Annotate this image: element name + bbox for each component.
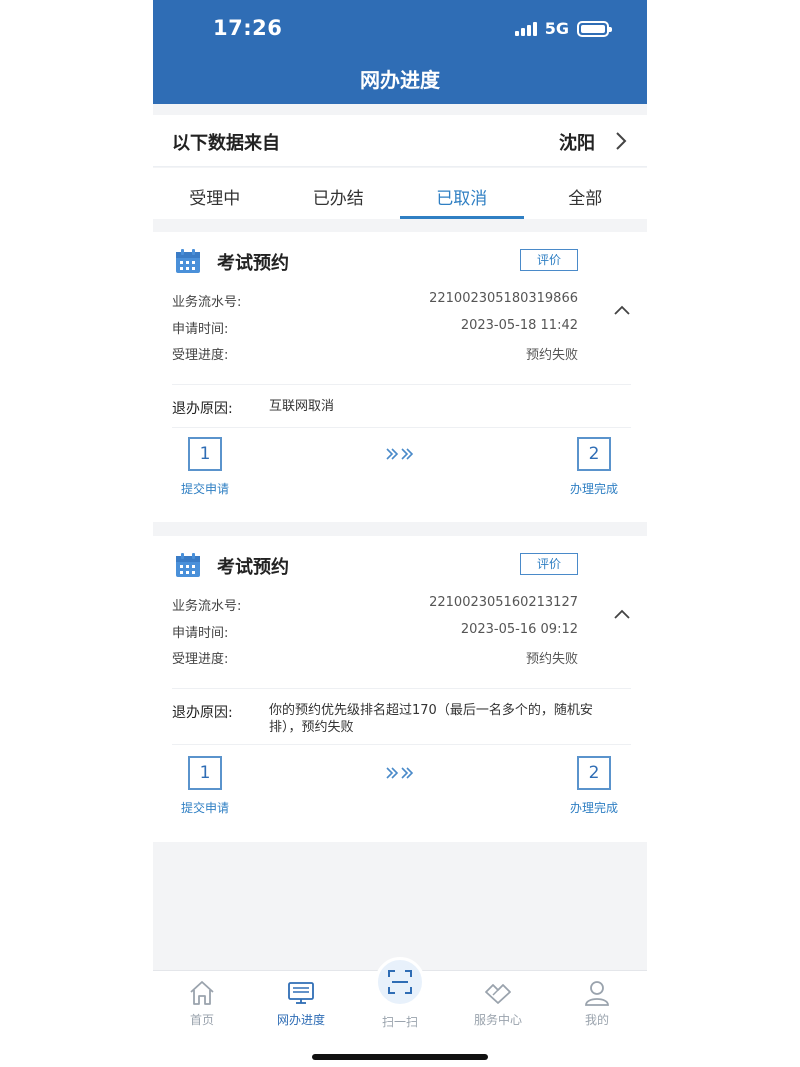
evaluate-button[interactable]: 评价 xyxy=(520,553,578,575)
nav-scan-label[interactable]: 扫一扫 xyxy=(360,1013,440,1030)
reason-label: 退办原因: xyxy=(172,705,233,721)
chevron-right-icon[interactable] xyxy=(613,131,629,151)
tab-all[interactable]: 全部 xyxy=(524,168,648,219)
handshake-icon xyxy=(485,984,511,1004)
double-arrow-icon xyxy=(386,448,414,460)
progress-value: 预约失败 xyxy=(525,348,578,363)
tab-cancelled[interactable]: 已取消 xyxy=(400,168,524,219)
status-time: 17:26 xyxy=(213,16,283,40)
reason-value: 你的预约优先级排名超过170（最后一名多个的，随机安排），预约失败 xyxy=(269,703,593,735)
home-indicator[interactable] xyxy=(312,1054,488,1060)
divider xyxy=(172,427,631,428)
card-title: 考试预约 xyxy=(217,557,289,578)
step-submit-label: 提交申请 xyxy=(180,801,229,815)
evaluate-button[interactable]: 评价 xyxy=(520,249,578,271)
apply-time-value: 2023-05-18 11:42 xyxy=(460,318,578,333)
status-tabs: 受理中 已办结 已取消 全部 xyxy=(153,168,647,219)
serial-number-value: 221002305160213127 xyxy=(429,595,578,610)
divider xyxy=(172,744,631,745)
step-complete-label: 办理完成 xyxy=(569,801,618,815)
monitor-icon xyxy=(288,982,314,1004)
step-submit: 1 xyxy=(188,756,222,790)
double-arrow-icon xyxy=(386,767,414,779)
data-source-label: 以下数据来自 xyxy=(172,133,280,154)
user-icon xyxy=(585,981,609,1006)
apply-time-label: 申请时间: xyxy=(172,322,229,337)
phone-screen: 17:26 5G 网办进度 以下数据来自 沈阳 受理中 已办结 已取消 全部 考… xyxy=(153,0,647,1067)
chevron-up-icon[interactable] xyxy=(613,608,631,620)
step-submit-label: 提交申请 xyxy=(180,482,229,496)
step-submit: 1 xyxy=(188,437,222,471)
chevron-up-icon[interactable] xyxy=(613,304,631,316)
progress-label: 受理进度: xyxy=(172,348,229,363)
nav-mine-label: 我的 xyxy=(584,1013,609,1027)
nav-home[interactable]: 首页 xyxy=(162,979,242,1028)
divider xyxy=(172,688,631,689)
nav-progress-label: 网办进度 xyxy=(276,1013,325,1027)
card-title: 考试预约 xyxy=(217,253,289,274)
step-complete: 2 xyxy=(577,756,611,790)
network-type: 5G xyxy=(544,19,569,38)
calendar-icon xyxy=(176,553,200,577)
scan-icon xyxy=(388,970,412,994)
apply-time-label: 申请时间: xyxy=(172,626,229,641)
apply-time-value: 2023-05-16 09:12 xyxy=(460,622,578,637)
tab-completed[interactable]: 已办结 xyxy=(277,168,401,219)
serial-number-label: 业务流水号: xyxy=(172,295,242,310)
bottom-navigation: 首页 网办进度 扫一扫 服务中心 我的 xyxy=(153,957,647,1067)
reason-label: 退办原因: xyxy=(172,401,233,417)
application-card: 考试预约 评价 业务流水号: 221002305160213127 申请时间: … xyxy=(153,536,647,842)
nav-progress[interactable]: 网办进度 xyxy=(261,979,341,1028)
step-complete: 2 xyxy=(577,437,611,471)
battery-icon xyxy=(577,20,612,37)
nav-service-label: 服务中心 xyxy=(473,1013,522,1027)
status-indicators: 5G xyxy=(514,19,612,38)
home-icon xyxy=(190,981,214,1005)
progress-value: 预约失败 xyxy=(525,652,578,667)
nav-home-label: 首页 xyxy=(189,1013,214,1027)
page-title: 网办进度 xyxy=(360,68,440,92)
application-card: 考试预约 评价 业务流水号: 221002305180319866 申请时间: … xyxy=(153,232,647,522)
data-source-city[interactable]: 沈阳 xyxy=(559,129,595,155)
tab-processing[interactable]: 受理中 xyxy=(153,168,277,219)
nav-service-center[interactable]: 服务中心 xyxy=(458,979,538,1028)
page: 17:26 5G 网办进度 以下数据来自 沈阳 受理中 已办结 已取消 全部 考… xyxy=(0,0,800,1067)
serial-number-label: 业务流水号: xyxy=(172,599,242,614)
data-source-row[interactable]: 以下数据来自 沈阳 xyxy=(153,115,647,167)
nav-mine[interactable]: 我的 xyxy=(557,979,637,1028)
calendar-icon xyxy=(176,249,200,273)
signal-icon xyxy=(514,21,537,36)
reason-value: 互联网取消 xyxy=(269,399,335,414)
step-complete-label: 办理完成 xyxy=(569,482,618,496)
divider xyxy=(172,384,631,385)
serial-number-value: 221002305180319866 xyxy=(429,291,578,306)
progress-label: 受理进度: xyxy=(172,652,229,667)
scan-button[interactable] xyxy=(375,957,425,1007)
app-header: 17:26 5G 网办进度 xyxy=(153,0,647,104)
